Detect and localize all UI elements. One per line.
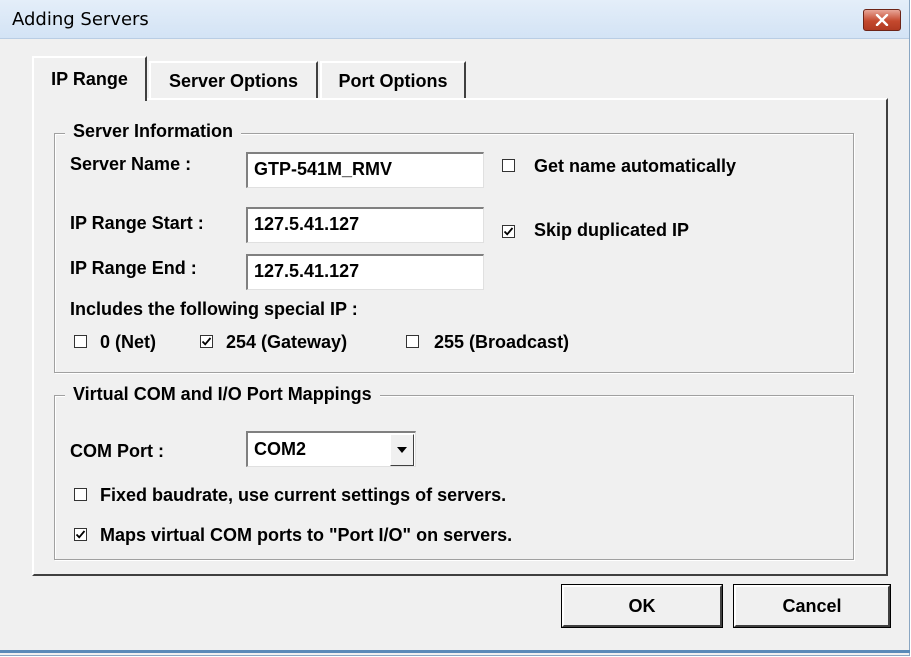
special-ip-net-checkbox[interactable] xyxy=(74,335,87,348)
fixed-baudrate-label: Fixed baudrate, use current settings of … xyxy=(100,485,507,505)
cancel-button[interactable]: Cancel xyxy=(733,584,891,628)
server-name-field[interactable]: GTP-541M_RMV xyxy=(246,152,484,188)
tab-label: Port Options xyxy=(338,71,448,91)
window-title: Adding Servers xyxy=(12,9,149,30)
server-name-label: Server Name : xyxy=(70,154,192,174)
ip-range-end-field[interactable]: 127.5.41.127 xyxy=(246,254,484,290)
cancel-button-label: Cancel xyxy=(782,595,842,616)
checkmark-icon xyxy=(75,530,86,539)
skip-duplicated-ip-checkbox[interactable] xyxy=(502,225,515,238)
special-ip-broadcast-label: 255 (Broadcast) xyxy=(434,332,570,352)
maps-port-io-checkbox[interactable] xyxy=(74,528,87,541)
checkmark-icon xyxy=(201,337,212,346)
window-bottom-border xyxy=(0,650,910,653)
tab-ip-range[interactable]: IP Range xyxy=(32,56,147,101)
adding-servers-dialog: Adding Servers IP Range Server Options P… xyxy=(0,0,910,656)
skip-duplicated-ip-label: Skip duplicated IP xyxy=(534,220,690,240)
special-ip-broadcast-checkbox[interactable] xyxy=(406,335,419,348)
tab-port-options[interactable]: Port Options xyxy=(320,61,466,100)
special-ip-net-label: 0 (Net) xyxy=(100,332,157,352)
title-bar[interactable]: Adding Servers xyxy=(0,0,909,39)
tab-label: Server Options xyxy=(168,71,299,91)
maps-port-io-label: Maps virtual COM ports to "Port I/O" on … xyxy=(100,525,513,545)
ip-range-start-field[interactable]: 127.5.41.127 xyxy=(246,207,484,243)
tab-server-options[interactable]: Server Options xyxy=(149,61,318,100)
ip-range-panel: Server Information Server Name : GTP-541… xyxy=(32,98,888,576)
special-ip-gateway-checkbox[interactable] xyxy=(200,335,213,348)
get-name-automatically-checkbox[interactable] xyxy=(502,159,515,172)
com-port-value: COM2 xyxy=(254,439,307,459)
com-port-label: COM Port : xyxy=(70,441,164,461)
close-icon xyxy=(875,14,889,26)
chevron-down-icon xyxy=(397,447,407,453)
checkmark-icon xyxy=(503,227,514,236)
com-mapping-legend: Virtual COM and I/O Port Mappings xyxy=(65,384,380,405)
com-port-dropdown[interactable]: COM2 xyxy=(246,431,416,467)
ok-button-label: OK xyxy=(628,595,656,616)
ok-button[interactable]: OK xyxy=(561,584,723,628)
ip-range-end-label: IP Range End : xyxy=(70,258,197,278)
ip-range-start-label: IP Range Start : xyxy=(70,213,204,233)
special-ip-label: Includes the following special IP : xyxy=(70,299,358,319)
fixed-baudrate-checkbox[interactable] xyxy=(74,488,87,501)
dropdown-arrow-button[interactable] xyxy=(390,434,414,466)
close-button[interactable] xyxy=(863,9,901,31)
get-name-automatically-label: Get name automatically xyxy=(534,156,737,176)
tab-label: IP Range xyxy=(51,69,128,89)
special-ip-gateway-label: 254 (Gateway) xyxy=(226,332,348,352)
server-information-legend: Server Information xyxy=(65,121,242,142)
